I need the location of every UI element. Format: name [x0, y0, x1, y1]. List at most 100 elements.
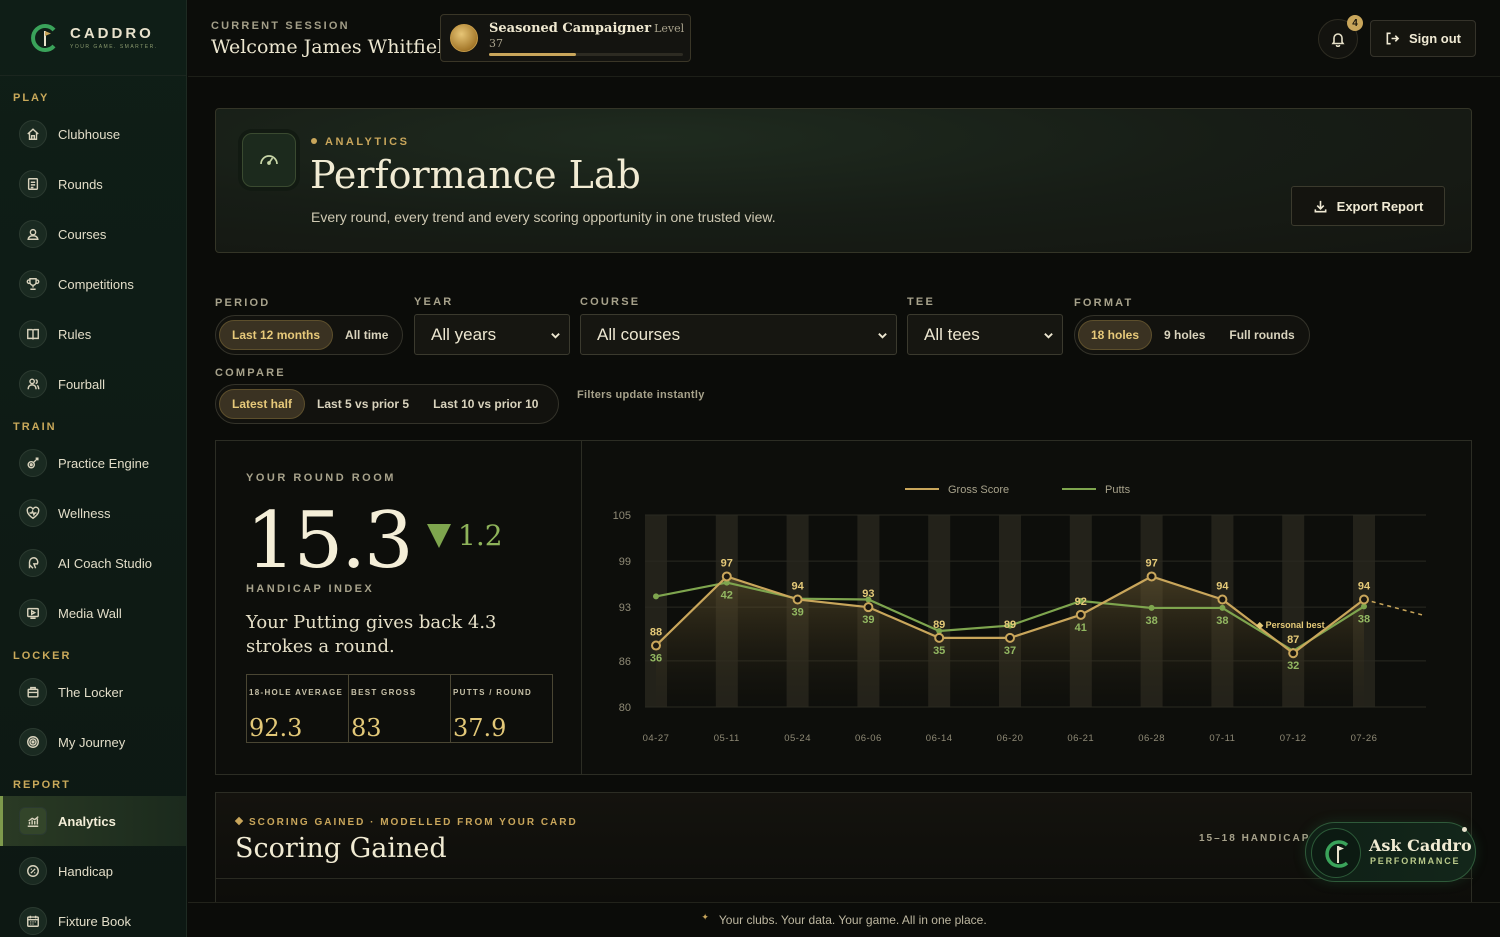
format-option-9-holes[interactable]: 9 holes — [1152, 320, 1217, 350]
period-segmented-control: Last 12 months All time — [215, 315, 403, 355]
format-label: FORMAT — [1074, 297, 1134, 309]
sign-out-label: Sign out — [1409, 31, 1461, 46]
putts-label: 38 — [1145, 615, 1157, 627]
nav-section-locker: LOCKER — [13, 650, 72, 662]
ask-caddro-button[interactable]: Ask Caddro PERFORMANCE — [1305, 822, 1476, 882]
format-option-full-rounds[interactable]: Full rounds — [1217, 320, 1306, 350]
level-title: Seasoned Campaigner Level 37 — [489, 21, 690, 51]
sidebar-item-label: The Locker — [58, 684, 124, 700]
level-card[interactable]: Seasoned Campaigner Level 37 — [440, 14, 691, 62]
performance-lab-hero: ANALYTICS Performance Lab Every round, e… — [215, 108, 1472, 253]
compare-label: COMPARE — [215, 367, 286, 379]
year-select[interactable]: All years — [414, 314, 570, 355]
chevron-down-icon — [1044, 333, 1053, 339]
sidebar-item-label: Clubhouse — [58, 126, 121, 142]
x-tick-label: 06-21 — [1067, 733, 1094, 744]
putts-label: 39 — [791, 606, 803, 618]
round-room-panel: YOUR ROUND ROOM 15.3 1.2 HANDICAP INDEX … — [215, 440, 1472, 775]
compass-icon — [19, 728, 47, 756]
gross-score-label: 94 — [791, 580, 804, 592]
putts-label: 42 — [721, 590, 733, 602]
gross-score-point — [1288, 648, 1299, 659]
chevron-down-icon — [551, 333, 560, 339]
sign-out-button[interactable]: Sign out — [1370, 20, 1476, 57]
y-tick-label: 105 — [613, 510, 631, 522]
sidebar-item-competitions[interactable]: Competitions — [0, 259, 186, 309]
year-select-value: All years — [431, 324, 497, 344]
filters-note: Filters update instantly — [577, 389, 705, 401]
period-option-all-time[interactable]: All time — [333, 320, 400, 350]
tee-select[interactable]: All tees — [907, 314, 1063, 355]
logout-icon — [1386, 32, 1400, 45]
level-name: Seasoned Campaigner — [489, 21, 652, 36]
sidebar-item-ai-coach-studio[interactable]: AI Coach Studio — [0, 538, 186, 588]
putts-label: 37 — [1004, 645, 1016, 657]
gross-score-point — [863, 602, 874, 613]
gross-score-label: 92 — [1075, 596, 1087, 608]
compare-option-last-5[interactable]: Last 5 vs prior 5 — [305, 389, 421, 419]
sidebar-item-clubhouse[interactable]: Clubhouse — [0, 109, 186, 159]
status-dot — [1462, 827, 1467, 832]
sidebar-item-my-journey[interactable]: My Journey — [0, 717, 186, 767]
sidebar-item-courses[interactable]: Courses — [0, 209, 186, 259]
brand-name: CADDRO — [70, 25, 154, 42]
compare-option-last-10[interactable]: Last 10 vs prior 10 — [421, 389, 550, 419]
sidebar-item-label: Handicap — [58, 863, 113, 879]
sidebar-item-analytics[interactable]: Analytics — [0, 796, 186, 846]
brand[interactable]: CADDRO YOUR GAME. SMARTER. — [0, 0, 186, 76]
handicap-caption: HANDICAP INDEX — [246, 583, 375, 595]
export-report-button[interactable]: Export Report — [1291, 186, 1445, 226]
trophy-icon — [19, 270, 47, 298]
x-tick-label: 07-11 — [1209, 733, 1235, 744]
putts-point — [653, 593, 659, 600]
stat-best-gross: BEST GROSS 83 — [349, 675, 451, 742]
gross-score-point — [792, 594, 803, 605]
sidebar-item-label: My Journey — [58, 734, 126, 750]
stat-putts-per-round: PUTTS / ROUND 37.9 — [451, 675, 552, 742]
x-tick-label: 04-27 — [643, 733, 670, 744]
course-select[interactable]: All courses — [580, 314, 897, 355]
y-tick-label: 80 — [619, 702, 631, 714]
sidebar-item-fixture-book[interactable]: Fixture Book — [0, 896, 186, 937]
stat-value: 83 — [351, 714, 382, 742]
gross-score-label: 89 — [933, 619, 945, 631]
sidebar-item-rules[interactable]: Rules — [0, 309, 186, 359]
footer-text: Your clubs. Your data. Your game. All in… — [718, 913, 987, 927]
sidebar-item-media-wall[interactable]: Media Wall — [0, 588, 186, 638]
score-trend-chart[interactable]: 105 99 93 86 80 04-27 05-11 05-24 06-06 06-14 06-2… — [583, 441, 1471, 774]
putts-label: 39 — [862, 614, 874, 626]
sidebar-item-rounds[interactable]: Rounds — [0, 159, 186, 209]
welcome-text: Welcome James Whitfield — [211, 36, 456, 58]
y-tick-label: 86 — [619, 656, 631, 668]
notifications-button[interactable]: 4 — [1318, 15, 1363, 59]
period-option-last-12-months[interactable]: Last 12 months — [219, 320, 334, 350]
format-segmented-control: 18 holes 9 holes Full rounds — [1074, 315, 1310, 355]
sidebar-item-the-locker[interactable]: The Locker — [0, 667, 186, 717]
sidebar-item-practice-engine[interactable]: Practice Engine — [0, 438, 186, 488]
caddro-logo-icon — [1311, 828, 1361, 878]
tee-label: TEE — [907, 296, 935, 308]
medal-icon — [450, 24, 478, 52]
x-tick-label: 07-12 — [1280, 733, 1307, 744]
sidebar-item-wellness[interactable]: Wellness — [0, 488, 186, 538]
book-icon — [19, 320, 47, 348]
compare-option-latest-half[interactable]: Latest half — [219, 389, 306, 419]
gross-score-label: 94 — [1358, 580, 1371, 592]
chevron-down-icon — [878, 333, 887, 339]
sidebar-item-fourball[interactable]: Fourball — [0, 359, 186, 409]
stats-table: 18-HOLE AVERAGE 92.3 BEST GROSS 83 PUTTS… — [246, 674, 553, 743]
sidebar-item-handicap[interactable]: Handicap — [0, 846, 186, 896]
calendar-icon — [19, 907, 47, 935]
brand-tagline: YOUR GAME. SMARTER. — [70, 44, 158, 50]
sidebar-item-label: Media Wall — [58, 605, 122, 621]
format-option-18-holes[interactable]: 18 holes — [1078, 320, 1153, 350]
sidebar-item-label: Rounds — [58, 176, 103, 192]
bell-icon — [1331, 33, 1345, 47]
period-label: PERIOD — [215, 297, 271, 309]
x-tick-label: 07-26 — [1351, 733, 1378, 744]
play-icon — [19, 599, 47, 627]
putting-insight: Your Putting gives back 4.3 strokes a ro… — [246, 612, 497, 657]
page-title: Performance Lab — [310, 153, 641, 197]
putts-point — [1219, 604, 1226, 611]
gross-score-point — [1146, 571, 1157, 582]
